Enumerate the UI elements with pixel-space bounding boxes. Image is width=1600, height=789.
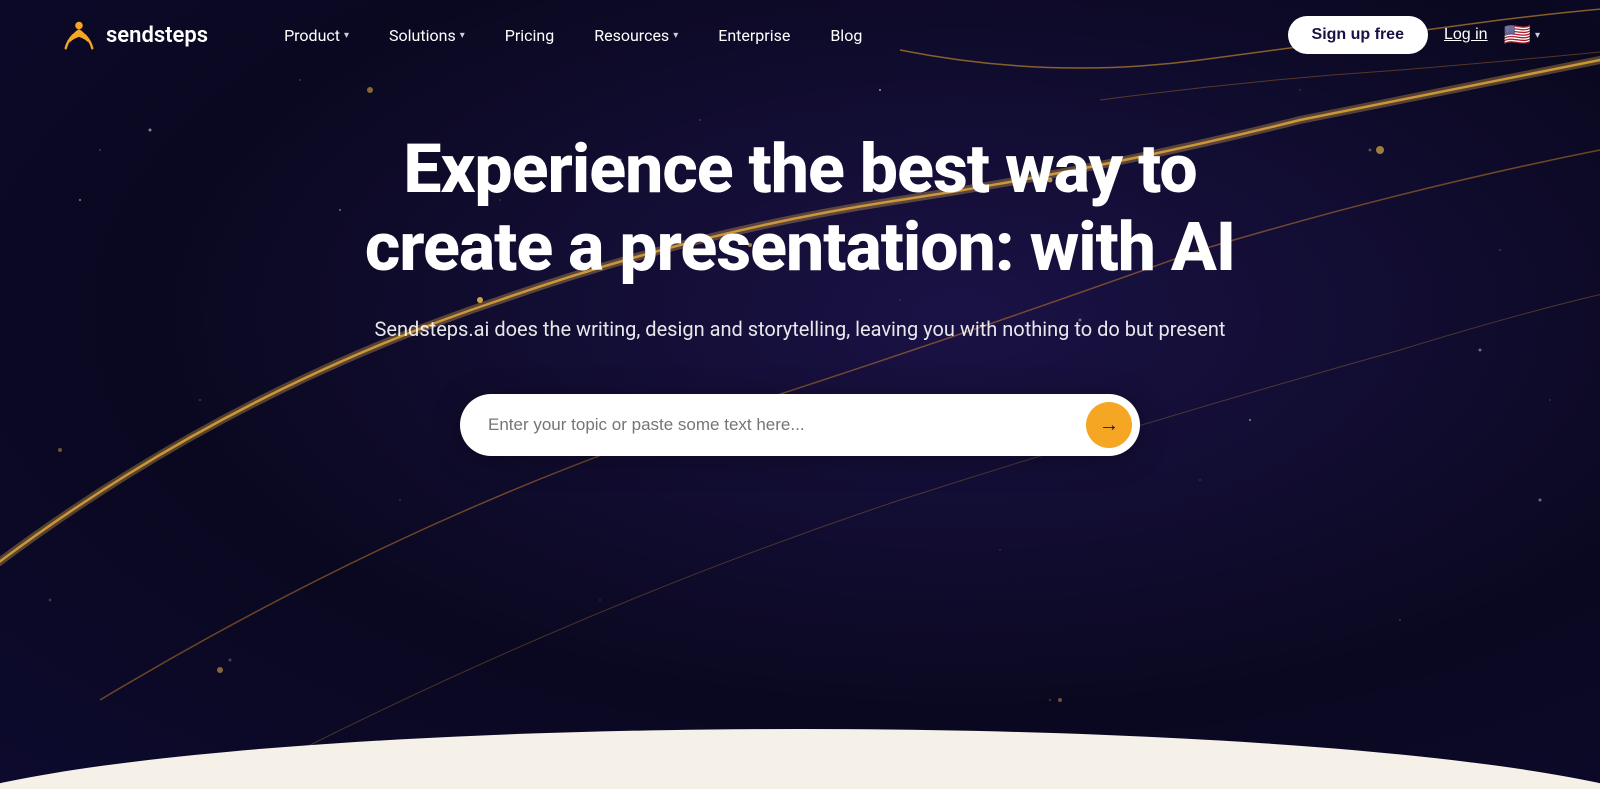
hero-section: Experience the best way to create a pres…	[0, 70, 1600, 456]
hero-subtitle: Sendsteps.ai does the writing, design an…	[375, 314, 1226, 344]
navbar: sendsteps Product ▾ Solutions ▾ Pricing …	[0, 0, 1600, 70]
signup-button[interactable]: Sign up free	[1288, 16, 1428, 54]
nav-item-solutions[interactable]: Solutions ▾	[373, 18, 481, 53]
bottom-curve	[0, 709, 1600, 789]
search-box: →	[460, 394, 1140, 456]
chevron-down-icon: ▾	[1535, 30, 1540, 41]
nav-item-enterprise[interactable]: Enterprise	[702, 18, 806, 53]
nav-item-resources[interactable]: Resources ▾	[578, 18, 694, 53]
logo[interactable]: sendsteps	[60, 16, 208, 54]
nav-right: Sign up free Log in 🇺🇸 ▾	[1288, 16, 1540, 54]
nav-item-blog[interactable]: Blog	[814, 18, 878, 53]
chevron-down-icon: ▾	[673, 30, 678, 41]
nav-item-product[interactable]: Product ▾	[268, 18, 365, 53]
chevron-down-icon: ▾	[344, 30, 349, 41]
chevron-down-icon: ▾	[460, 30, 465, 41]
logo-icon	[60, 16, 98, 54]
topic-input[interactable]	[488, 415, 1086, 435]
hero-title: Experience the best way to create a pres…	[325, 130, 1275, 286]
language-selector[interactable]: 🇺🇸 ▾	[1504, 22, 1540, 48]
nav-item-pricing[interactable]: Pricing	[489, 18, 571, 53]
search-submit-button[interactable]: →	[1086, 402, 1132, 448]
arrow-right-icon: →	[1099, 414, 1119, 437]
flag-icon: 🇺🇸	[1504, 22, 1531, 48]
login-button[interactable]: Log in	[1444, 26, 1488, 44]
logo-text: sendsteps	[106, 23, 208, 48]
nav-links: Product ▾ Solutions ▾ Pricing Resources …	[268, 18, 1287, 53]
